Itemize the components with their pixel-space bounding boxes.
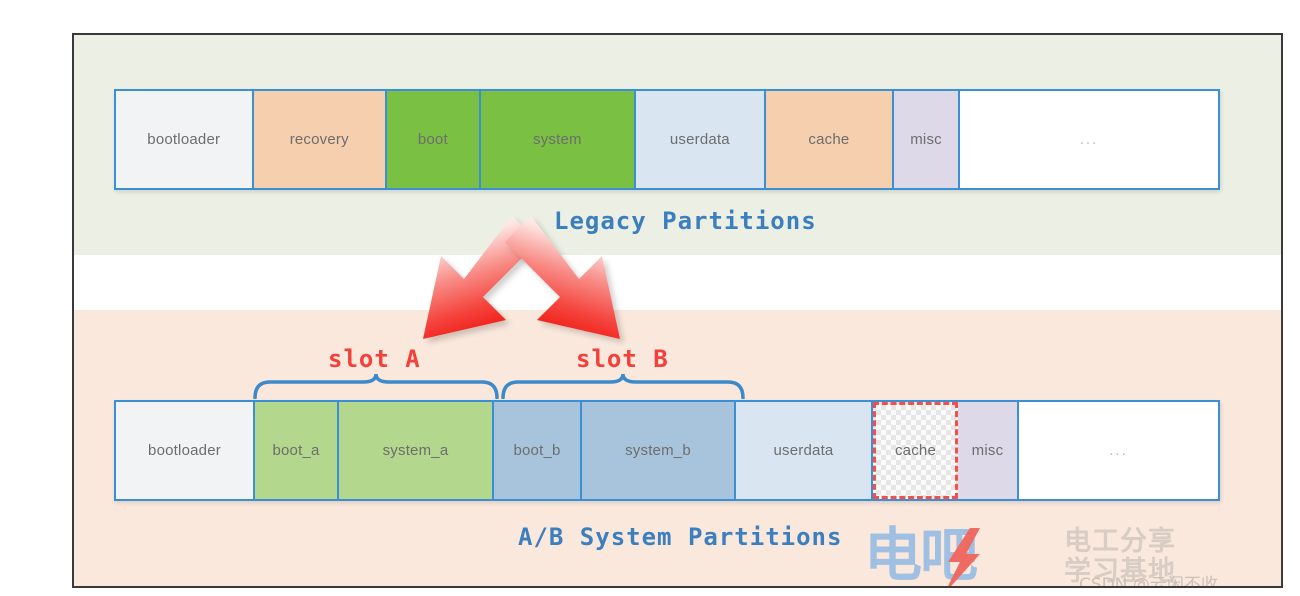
ab-cell-userdata[interactable]: userdata [736, 402, 873, 499]
gap-band-background [74, 255, 1281, 310]
legacy-cell-label: userdata [669, 131, 730, 148]
slot-a-label: slot A [328, 345, 421, 373]
ab-cell-label: ... [1109, 442, 1128, 459]
legacy-cell-ellipsis[interactable]: ... [959, 91, 1218, 188]
ab-cell-label: misc [971, 442, 1004, 459]
ab-cell-label: bootloader [148, 442, 221, 459]
ab-cell-label: userdata [773, 442, 834, 459]
legacy-cell-misc[interactable]: misc [894, 91, 960, 188]
ab-cell-label: boot_b [513, 442, 561, 459]
ab-cell-ellipsis[interactable]: ... [1019, 402, 1218, 499]
ab-cell-misc[interactable]: misc [958, 402, 1019, 499]
arrow-down-right-icon [505, 216, 620, 339]
slot-b-brace [501, 373, 745, 399]
legacy-cell-userdata[interactable]: userdata [636, 91, 766, 188]
slot-b-label: slot B [576, 345, 669, 373]
ab-cell-label: system_a [382, 442, 449, 459]
legacy-cell-label: cache [808, 131, 850, 148]
slot-a-brace [253, 373, 499, 399]
ab-cell-cache[interactable]: cache [873, 402, 958, 499]
legacy-cell-label: ... [1079, 131, 1099, 148]
ab-cell-bootloader[interactable]: bootloader [116, 402, 255, 499]
legacy-partition-strip: bootloader recovery boot system userdata… [114, 89, 1220, 190]
ab-cell-system-b[interactable]: system_b [582, 402, 736, 499]
legacy-cell-label: misc [910, 131, 942, 148]
ab-cell-label: cache [894, 442, 937, 459]
legacy-cell-bootloader[interactable]: bootloader [116, 91, 254, 188]
legacy-cell-recovery[interactable]: recovery [253, 91, 388, 188]
legacy-cell-cache[interactable]: cache [765, 91, 895, 188]
legacy-cell-boot[interactable]: boot [387, 91, 481, 188]
ab-cell-system-a[interactable]: system_a [339, 402, 494, 499]
legacy-cell-system[interactable]: system [480, 91, 637, 188]
legacy-cell-label: recovery [289, 131, 349, 148]
ab-cell-label: system_b [625, 442, 691, 459]
legacy-cell-label: bootloader [147, 131, 221, 148]
ab-cell-boot-b[interactable]: boot_b [494, 402, 582, 499]
legacy-cell-label: system [533, 131, 582, 148]
figure-frame: bootloader recovery boot system userdata… [72, 33, 1283, 588]
ab-cell-label: boot_a [272, 442, 320, 459]
ab-partitions-caption: A/B System Partitions [518, 523, 843, 551]
legacy-cell-label: boot [417, 131, 448, 148]
ab-partition-strip: bootloader boot_a system_a boot_b system… [114, 400, 1220, 501]
ab-cell-boot-a[interactable]: boot_a [255, 402, 339, 499]
